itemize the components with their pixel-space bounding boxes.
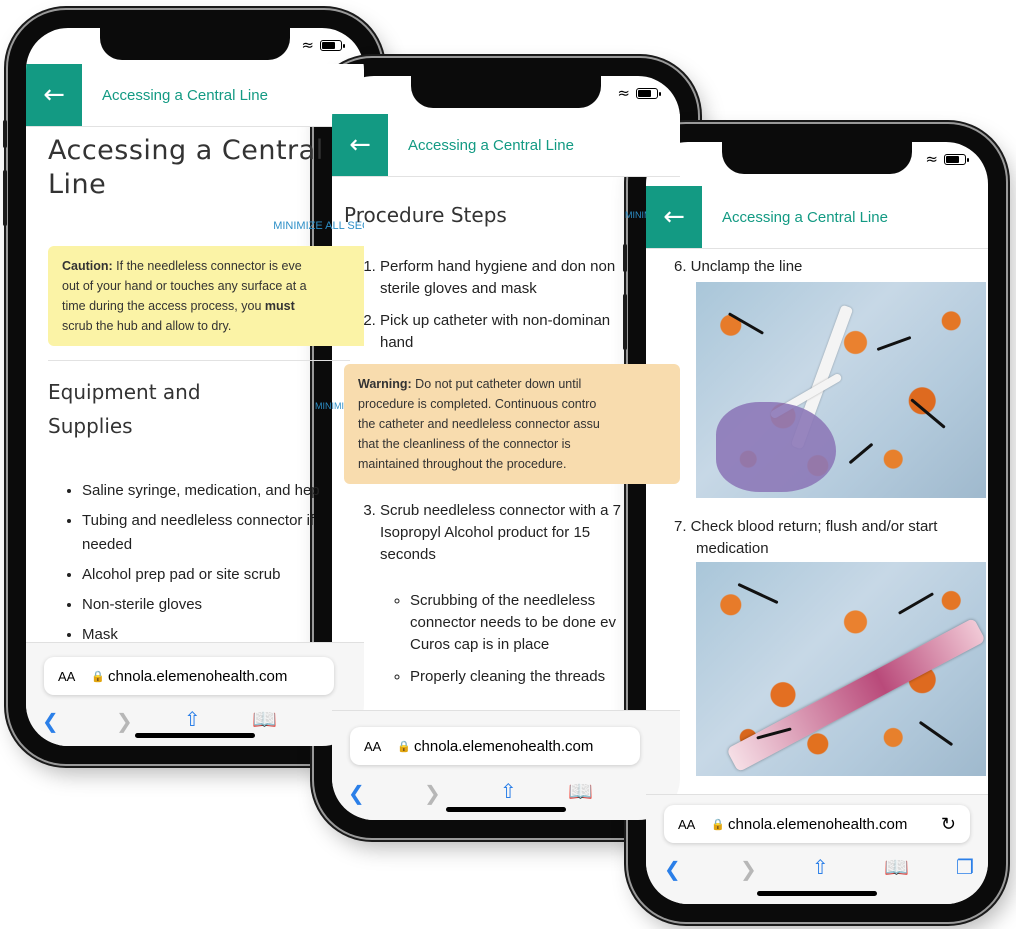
page-title: Accessing a Central Line (48, 135, 324, 200)
back-icon[interactable]: ❮ (348, 781, 365, 805)
address-bar[interactable]: AA 🔒 chnola.elemenohealth.com (350, 727, 640, 765)
bookmarks-icon[interactable]: 📖 (252, 707, 277, 731)
list-item: Scrubbing of the needlelessconnector nee… (410, 590, 680, 656)
procedure-steps-list-continued: Scrub needleless connector with a 7Isopr… (344, 500, 680, 688)
lock-icon: 🔒 (397, 740, 412, 753)
browser-toolbar: AA 🔒 chnola.elemenohealth.com ❮ ❯ ⇧ 📖 (332, 710, 680, 820)
text-size-button[interactable]: AA (58, 669, 75, 684)
share-icon[interactable]: ⇧ (812, 855, 829, 879)
back-arrow-button[interactable]: ← (646, 186, 702, 248)
home-indicator (446, 807, 566, 812)
phone-middle: ≈ ← Accessing a Central Line Procedure S… (314, 58, 703, 838)
screen-left: ≈ ← Accessing a Central Line Accessing a… (26, 28, 364, 746)
list-item: Tubing and needleless connector ifneeded (82, 509, 350, 557)
wifi-icon: ≈ (301, 36, 314, 54)
minimize-all-sections-link[interactable]: MINIMIZE ALL SEC (48, 220, 364, 232)
bookmarks-icon[interactable]: 📖 (568, 779, 593, 803)
url-text: chnola.elemenohealth.com (108, 667, 288, 685)
status-bar: ≈ (617, 84, 661, 102)
warning-box: Warning: Do not put catheter down until … (344, 364, 680, 484)
notch (722, 142, 912, 174)
list-item: Alcohol prep pad or site scrub (82, 563, 350, 587)
supplies-list: Saline syringe, medication, and hep Tubi… (48, 479, 350, 647)
page-content: 6. Unclamp the line 7. Check blood retur… (646, 256, 988, 776)
browser-toolbar: AA 🔒 chnola.elemenohealth.com ↻ ❮ ❯ ⇧ 📖 … (646, 794, 988, 904)
notch (100, 28, 290, 60)
arrow-left-icon: ← (43, 80, 65, 110)
list-item: Properly cleaning the threads (410, 666, 680, 688)
url-text: chnola.elemenohealth.com (728, 815, 908, 833)
home-indicator (757, 891, 877, 896)
list-item: Scrub needleless connector with a 7Isopr… (380, 500, 680, 688)
wifi-icon: ≈ (925, 150, 938, 168)
sub-list: Scrubbing of the needlelessconnector nee… (380, 590, 680, 688)
header-title: Accessing a Central Line (408, 136, 574, 154)
list-item: Perform hand hygiene and don nonsterile … (380, 256, 680, 300)
text-size-button[interactable]: AA (678, 817, 695, 832)
home-indicator (135, 733, 255, 738)
notch (411, 76, 601, 108)
reload-icon[interactable]: ↻ (941, 814, 956, 835)
share-icon[interactable]: ⇧ (500, 779, 517, 803)
share-icon[interactable]: ⇧ (184, 707, 201, 731)
app-header: ← Accessing a Central Line (646, 186, 988, 249)
mute-switch (3, 120, 7, 148)
status-bar: ≈ (925, 150, 969, 168)
status-bar: ≈ (301, 36, 345, 54)
lock-icon: 🔒 (91, 670, 106, 683)
url-text: chnola.elemenohealth.com (414, 737, 594, 755)
list-item: Saline syringe, medication, and hep (82, 479, 350, 503)
bookmarks-icon[interactable]: 📖 (884, 855, 909, 879)
arrow-left-icon: ← (349, 130, 371, 160)
phone-right: ≈ ← Accessing a Central Line 6. Unclamp … (623, 124, 1006, 922)
text-size-button[interactable]: AA (364, 739, 381, 754)
list-item: Non-sterile gloves (82, 593, 350, 617)
arrow-left-icon: ← (663, 202, 685, 232)
wifi-icon: ≈ (617, 84, 630, 102)
divider (48, 360, 350, 361)
step-6: 6. Unclamp the line (674, 258, 803, 275)
page-content: Accessing a Central Line MINIMIZE ALL SE… (26, 126, 364, 653)
page-content: Procedure Steps MINIMIZE SE Perform hand… (332, 198, 680, 698)
back-arrow-button[interactable]: ← (332, 114, 388, 176)
forward-icon[interactable]: ❯ (424, 781, 441, 805)
browser-toolbar: AA 🔒 chnola.elemenohealth.com ❮ ❯ ⇧ 📖 (26, 642, 364, 746)
back-icon[interactable]: ❮ (664, 857, 681, 881)
battery-icon (320, 40, 345, 51)
procedure-steps-list: Perform hand hygiene and don nonsterile … (344, 256, 680, 354)
forward-icon[interactable]: ❯ (116, 709, 133, 733)
lock-icon: 🔒 (711, 818, 726, 831)
address-bar[interactable]: AA 🔒 chnola.elemenohealth.com ↻ (664, 805, 970, 843)
header-title: Accessing a Central Line (102, 86, 268, 104)
battery-icon (636, 88, 661, 99)
phone-left: ≈ ← Accessing a Central Line Accessing a… (3, 10, 382, 764)
list-item: Pick up catheter with non-dominanhand (380, 310, 680, 354)
back-icon[interactable]: ❮ (42, 709, 59, 733)
back-arrow-button[interactable]: ← (26, 64, 82, 126)
section-title: Equipment and Supplies (48, 380, 201, 438)
header-title: Accessing a Central Line (722, 208, 888, 226)
forward-icon[interactable]: ❯ (740, 857, 757, 881)
address-bar[interactable]: AA 🔒 chnola.elemenohealth.com (44, 657, 334, 695)
flush-syringe-photo (696, 562, 986, 776)
volume-up-button (3, 170, 7, 226)
app-header: ← Accessing a Central Line (26, 64, 364, 127)
battery-icon (944, 154, 969, 165)
step-7: 7. Check blood return; flush and/or star… (674, 518, 938, 557)
caution-box: Caution: If the needleless connector is … (48, 246, 364, 346)
app-header: ← Accessing a Central Line (332, 114, 680, 177)
section-header: Procedure Steps MINIMIZE SE (344, 198, 680, 232)
unclamp-line-photo (696, 282, 986, 498)
screen-right: ≈ ← Accessing a Central Line 6. Unclamp … (646, 142, 988, 904)
tabs-icon[interactable]: ❐ (956, 855, 974, 879)
section-header: Equipment and Supplies MINIMIZE SE (48, 375, 364, 443)
